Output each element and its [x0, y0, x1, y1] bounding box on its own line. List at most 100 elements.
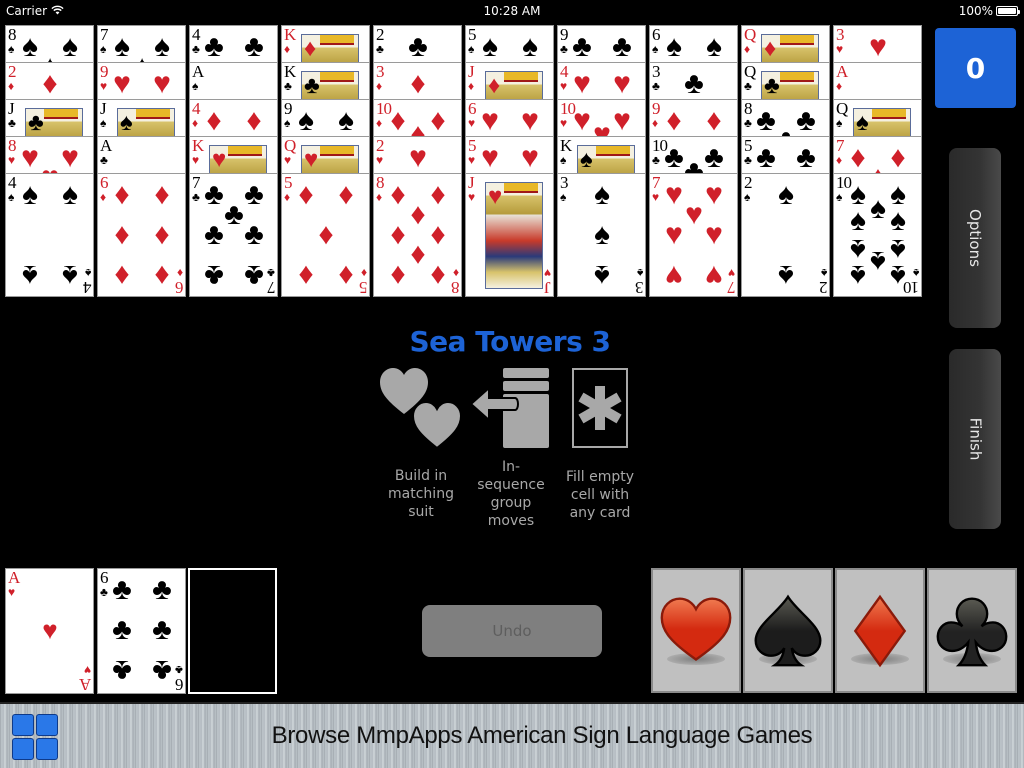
clubs-shape — [936, 597, 1008, 666]
spades-icon: ♠ — [468, 42, 475, 56]
spades-foundation-icon — [754, 594, 822, 666]
card-rank: J — [468, 62, 475, 81]
asl-icon-tile — [36, 738, 58, 760]
card-5-of-diamonds[interactable]: 5 ♦ ♦ ♦ ♦ ♦ ♦ 5 ♦ — [281, 173, 370, 297]
card-j-of-hearts[interactable]: J ♥ ♥ J ♥ — [465, 173, 554, 297]
diamonds-pip-icon: ♦ — [114, 178, 130, 211]
battery-area: 100% — [958, 4, 1020, 18]
clubs-pip-icon: ♣ — [112, 573, 132, 606]
hearts-foundation-icon — [660, 597, 732, 661]
status-bar: Carrier 10:28 AM 100% — [0, 0, 1024, 22]
diamonds-icon: ♦ — [452, 266, 459, 280]
game-screen: Carrier 10:28 AM 100% 8♠♠♠♠♠♠♠♠♠2♦♦♦J♣♣8… — [0, 0, 1024, 768]
card-3-of-spades[interactable]: 3 ♠ ♠ ♠ ♠ 3 ♠ — [557, 173, 646, 297]
spades-icon: ♠ — [8, 190, 15, 204]
card-a-of-hearts[interactable]: A ♥ ♥ A ♥ — [5, 568, 94, 694]
card-rank-bottom: A — [79, 675, 91, 694]
card-rank-bottom: 10 — [904, 278, 919, 297]
diamonds-icon: ♦ — [764, 35, 777, 62]
hearts-pip-icon: ♥ — [481, 141, 499, 174]
clubs-pip-icon: ♣ — [112, 613, 132, 646]
card-rank: A — [8, 568, 20, 587]
hearts-pip-icon: ♥ — [705, 259, 723, 292]
clubs-pip-icon: ♣ — [152, 613, 172, 646]
card-rank-bottom: 2 — [819, 278, 828, 297]
options-button[interactable]: Options — [949, 148, 1001, 328]
diamonds-icon: ♦ — [192, 116, 199, 130]
card-8-of-diamonds[interactable]: 8 ♦ ♦ ♦ ♦ ♦ ♦ ♦ ♦ ♦ 8 ♦ — [373, 173, 462, 297]
diamonds-pip-icon: ♦ — [338, 178, 354, 211]
clubs-icon: ♣ — [764, 72, 780, 99]
clubs-icon: ♣ — [652, 79, 660, 93]
card-6-of-clubs[interactable]: 6 ♣ ♣ ♣ ♣ ♣ ♣ ♣ 6 ♣ — [97, 568, 186, 694]
hearts-icon: ♥ — [304, 146, 319, 173]
clubs-pip-icon: ♣ — [756, 141, 776, 174]
hearts-pip-icon: ♥ — [42, 615, 58, 645]
spades-pip-icon: ♠ — [62, 259, 78, 292]
hearts-pip-icon: ♥ — [481, 104, 499, 137]
diamonds-icon: ♦ — [376, 79, 383, 93]
clubs-pip-icon: ♣ — [684, 67, 704, 100]
crown-icon — [320, 146, 354, 156]
foundation-diamonds[interactable] — [835, 568, 925, 693]
spades-pip-icon: ♠ — [850, 259, 866, 292]
card-rank-bottom: 3 — [635, 278, 644, 297]
card-rank: J — [100, 99, 107, 118]
hearts-icon: ♥ — [8, 585, 16, 599]
hearts-icon: ♥ — [376, 153, 384, 167]
hearts-icon: ♥ — [192, 153, 200, 167]
ad-banner[interactable]: Browse MmpApps American Sign Language Ga… — [0, 702, 1024, 768]
card-2-of-spades[interactable]: 2 ♠ ♠ ♠ 2 ♠ — [741, 173, 830, 297]
finish-button[interactable]: Finish — [949, 349, 1001, 529]
card-rank-bottom: 6 — [175, 675, 184, 694]
spades-pip-icon: ♠ — [890, 204, 906, 237]
card-rank: 2 — [376, 25, 384, 44]
battery-percent: 100% — [958, 4, 993, 18]
undo-button[interactable]: Undo — [422, 605, 602, 657]
clubs-icon: ♣ — [175, 663, 183, 677]
diamonds-icon: ♦ — [468, 79, 475, 93]
diamonds-pip-icon: ♦ — [154, 178, 170, 211]
diamonds-pip-icon: ♦ — [114, 259, 130, 292]
spades-pip-icon: ♠ — [594, 218, 610, 251]
card-7-of-hearts[interactable]: 7 ♥ ♥ ♥ ♥ ♥ ♥ ♥ ♥ 7 ♥ — [649, 173, 738, 297]
diamonds-icon: ♦ — [376, 116, 383, 130]
spades-pip-icon: ♠ — [482, 30, 498, 63]
card-rank: K — [284, 62, 296, 81]
clubs-icon: ♣ — [284, 79, 292, 93]
card-rank-bottom: 4 — [83, 278, 92, 297]
foundation-hearts[interactable] — [651, 568, 741, 693]
card-rank: Q — [284, 136, 296, 155]
diamonds-pip-icon: ♦ — [246, 104, 262, 137]
spades-icon: ♠ — [100, 42, 107, 56]
game-title: Sea Towers 3 — [409, 325, 611, 358]
diamonds-shape — [853, 594, 907, 667]
card-4-of-spades[interactable]: 4 ♠ ♠ ♠ ♠ ♠ 4 ♠ — [5, 173, 94, 297]
card-rank: 2 — [744, 173, 752, 192]
diamonds-icon: ♦ — [488, 72, 501, 99]
spades-icon: ♠ — [8, 42, 15, 56]
freecell-3-empty[interactable] — [188, 568, 277, 694]
freecell-1[interactable]: A ♥ ♥ A ♥ — [5, 568, 94, 694]
spades-icon: ♠ — [912, 266, 919, 280]
clubs-pip-icon: ♣ — [244, 259, 264, 292]
card-10-of-spades[interactable]: 10 ♠ ♠ ♠ ♠ ♠ ♠ ♠ ♠ ♠ ♠ ♠ 10 ♠ — [833, 173, 922, 297]
clubs-pip-icon: ♣ — [152, 654, 172, 687]
foundation-spades[interactable] — [743, 568, 833, 693]
spades-pip-icon: ♠ — [594, 178, 610, 211]
hearts-icon: ♥ — [543, 266, 551, 280]
card-rank: 2 — [8, 62, 16, 81]
foundation-clubs[interactable] — [927, 568, 1017, 693]
battery-icon — [996, 6, 1020, 16]
card-rank: Q — [744, 62, 756, 81]
spades-icon: ♠ — [100, 116, 107, 130]
diamonds-pip-icon: ♦ — [318, 218, 334, 251]
diamonds-pip-icon: ♦ — [114, 218, 130, 251]
card-rank: 3 — [560, 173, 568, 192]
hearts-pip-icon: ♥ — [665, 259, 683, 292]
card-rank: 3 — [652, 62, 660, 81]
card-7-of-clubs[interactable]: 7 ♣ ♣ ♣ ♣ ♣ ♣ ♣ ♣ 7 ♣ — [189, 173, 278, 297]
spades-icon: ♠ — [284, 116, 291, 130]
freecell-2[interactable]: 6 ♣ ♣ ♣ ♣ ♣ ♣ ♣ 6 ♣ — [97, 568, 186, 694]
card-6-of-diamonds[interactable]: 6 ♦ ♦ ♦ ♦ ♦ ♦ ♦ 6 ♦ — [97, 173, 186, 297]
